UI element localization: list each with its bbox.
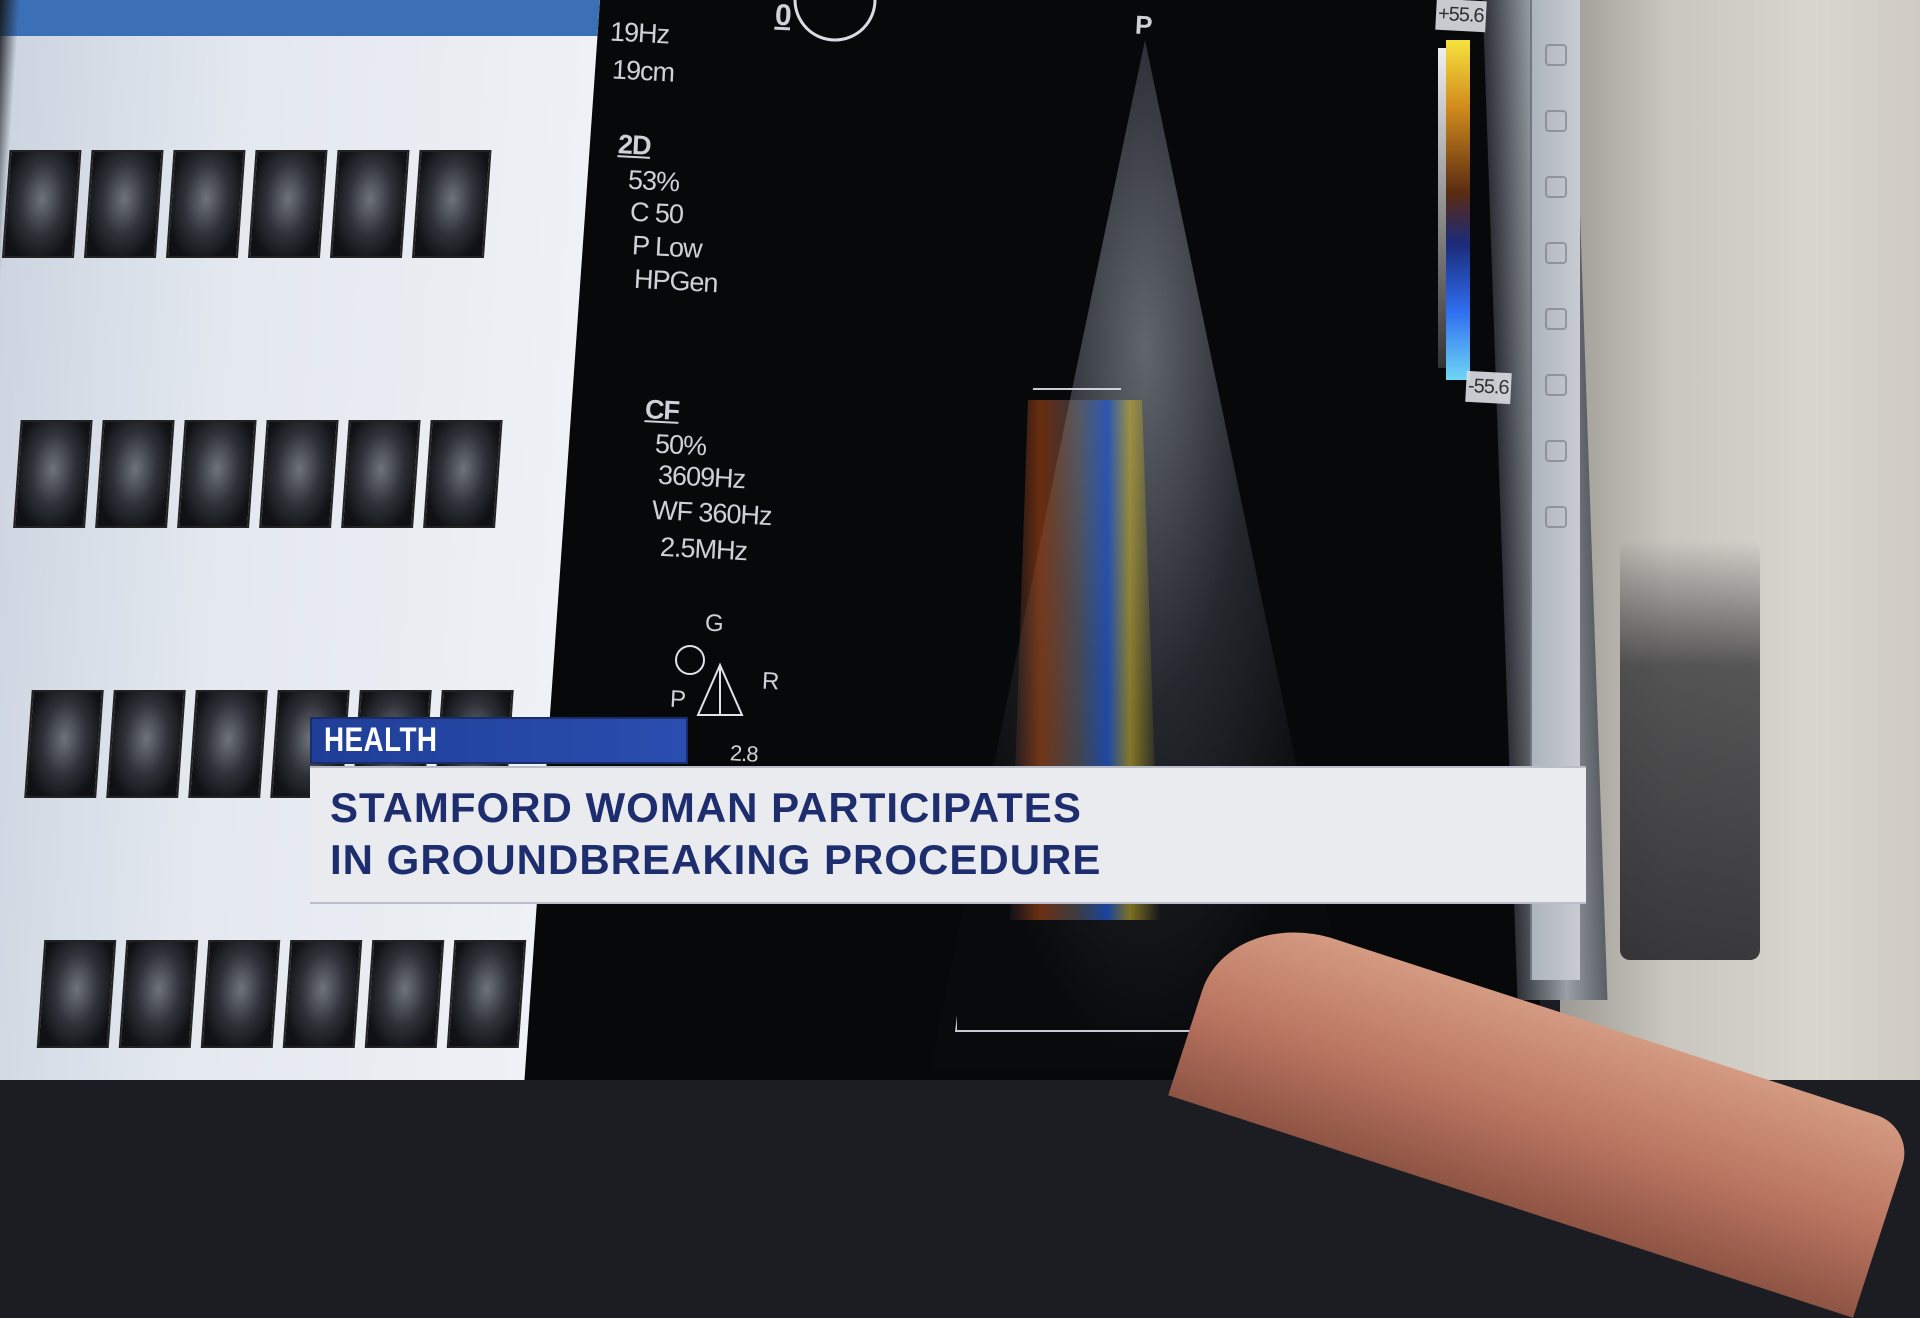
tool-icon [1545,506,1567,528]
depth-readout: 19cm [611,54,675,88]
echo-thumbnail[interactable] [200,940,281,1048]
thumbnail-row [36,940,527,1048]
echo-thumbnail[interactable] [247,150,328,258]
tool-icon [1545,110,1567,132]
headline-box: STAMFORD WOMAN PARTICIPATES IN GROUNDBRE… [310,766,1586,904]
echo-thumbnail[interactable] [411,150,492,258]
setting-cf: 3609Hz [657,459,746,495]
echo-thumbnail[interactable] [329,150,410,258]
tool-icon [1545,242,1567,264]
echo-thumbnail[interactable] [36,940,117,1048]
setting-cf: 2.5MHz [659,531,748,567]
grayscale-bar [1438,48,1446,368]
setting-2d: P Low [631,230,703,264]
probe-marker: P [1134,9,1153,41]
orientation-g: G [704,609,724,638]
setting-cf: 50% [654,428,707,462]
echo-thumbnail[interactable] [106,690,186,798]
frequency-readout: 19Hz [609,16,670,50]
category-label: HEALTH [324,721,438,759]
thumbnail-row [1,150,492,258]
echo-thumbnail[interactable] [282,940,363,1048]
tool-icon [1545,308,1567,330]
setting-2d: HPGen [633,263,719,299]
echo-thumbnail[interactable] [423,420,503,528]
scale-top-value: +55.6 [1435,0,1487,33]
scale-bottom-value: -55.6 [1465,370,1512,405]
echo-thumbnail[interactable] [24,690,104,798]
echo-thumbnail[interactable] [95,420,175,528]
panel-header-bar [0,0,600,36]
mode-cf-label: CF [644,394,680,426]
orientation-value: 2.8 [729,740,759,767]
echo-thumbnail[interactable] [165,150,246,258]
tool-icon [1545,176,1567,198]
echo-thumbnail[interactable] [446,940,527,1048]
echo-thumbnail[interactable] [13,420,93,528]
echo-thumbnail[interactable] [259,420,339,528]
setting-cf: WF 360Hz [651,494,773,532]
zero-marker: 0 [774,0,792,33]
setting-2d: C 50 [629,196,684,230]
echo-thumbnail[interactable] [118,940,199,1048]
tool-icon [1545,44,1567,66]
setting-2d: 53% [627,164,680,198]
echo-thumbnail[interactable] [188,690,268,798]
orientation-p: P [669,685,686,714]
echo-thumbnail[interactable] [364,940,445,1048]
probe-arc-icon [793,0,877,42]
headline-line-2: IN GROUNDBREAKING PROCEDURE [330,836,1102,883]
category-tag: HEALTH [310,717,688,764]
echo-thumbnail[interactable] [341,420,421,528]
wall-shadow [1620,540,1760,960]
thumbnail-row [13,420,503,528]
echo-thumbnail[interactable] [177,420,257,528]
tool-icon [1545,440,1567,462]
doppler-colorbar [1446,40,1470,380]
echo-thumbnail[interactable] [1,150,82,258]
headline-line-1: STAMFORD WOMAN PARTICIPATES [330,784,1082,831]
orientation-r: R [761,667,780,696]
tool-icon [1545,374,1567,396]
mode-2d-label: 2D [617,129,652,161]
thumbnail-panel [0,0,600,1080]
echo-thumbnail[interactable] [83,150,164,258]
